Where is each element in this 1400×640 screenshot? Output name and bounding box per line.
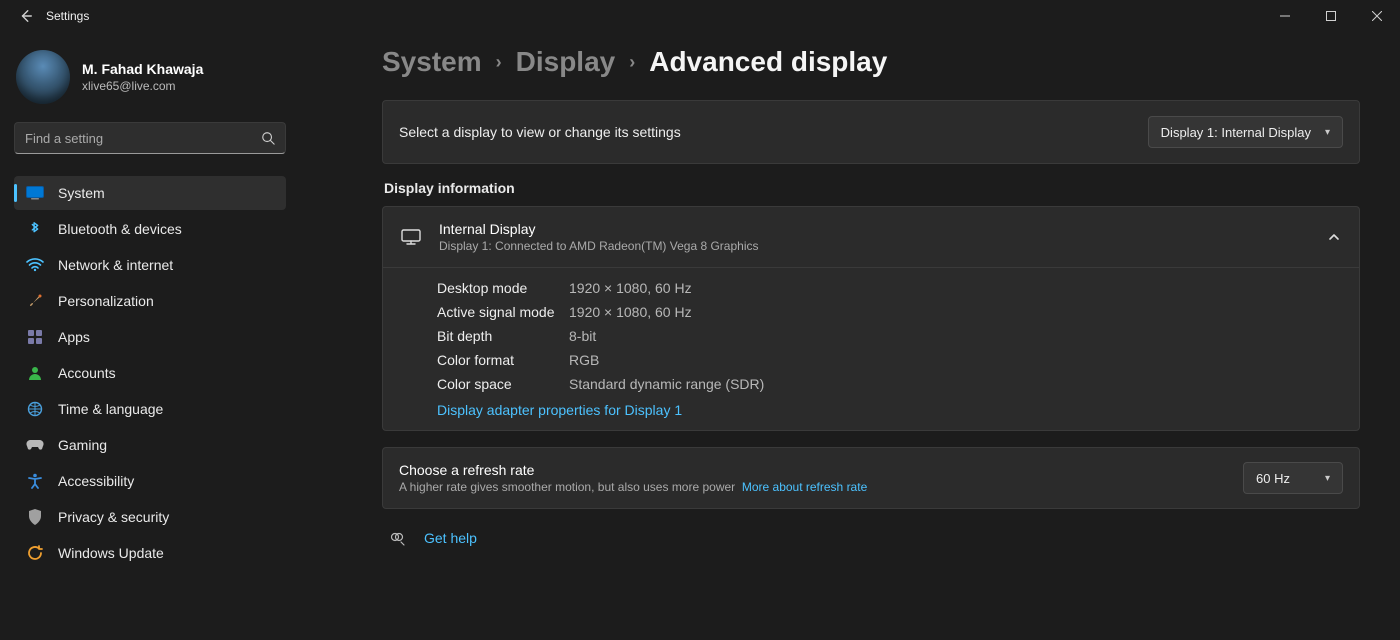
prop-desktop-mode: Desktop mode1920 × 1080, 60 Hz bbox=[437, 276, 1341, 300]
update-icon bbox=[26, 544, 44, 562]
nav-item-time[interactable]: Time & language bbox=[14, 392, 286, 426]
nav-item-personalization[interactable]: Personalization bbox=[14, 284, 286, 318]
nav-label: Bluetooth & devices bbox=[58, 221, 182, 237]
chevron-right-icon: › bbox=[496, 52, 502, 73]
chevron-right-icon: › bbox=[629, 52, 635, 73]
display-info-header[interactable]: Internal Display Display 1: Connected to… bbox=[383, 207, 1359, 268]
get-help-link[interactable]: Get help bbox=[424, 530, 477, 546]
display-selector-value: Display 1: Internal Display bbox=[1161, 125, 1311, 140]
nav-label: Apps bbox=[58, 329, 90, 345]
app-title: Settings bbox=[46, 9, 89, 23]
window-close-button[interactable] bbox=[1354, 0, 1400, 32]
chevron-up-icon bbox=[1327, 230, 1341, 244]
nav-label: Gaming bbox=[58, 437, 107, 453]
nav-label: Windows Update bbox=[58, 545, 164, 561]
wifi-icon bbox=[26, 256, 44, 274]
nav-item-network[interactable]: Network & internet bbox=[14, 248, 286, 282]
search-input[interactable] bbox=[25, 131, 261, 146]
prop-bit-depth: Bit depth8-bit bbox=[437, 324, 1341, 348]
nav-label: Network & internet bbox=[58, 257, 173, 273]
nav-label: System bbox=[58, 185, 105, 201]
nav-item-apps[interactable]: Apps bbox=[14, 320, 286, 354]
section-title-display-info: Display information bbox=[384, 180, 1360, 196]
back-button[interactable] bbox=[10, 0, 42, 32]
profile-name: M. Fahad Khawaja bbox=[82, 61, 203, 77]
display-info-card: Internal Display Display 1: Connected to… bbox=[382, 206, 1360, 431]
refresh-rate-dropdown[interactable]: 60 Hz ▾ bbox=[1243, 462, 1343, 494]
bluetooth-icon bbox=[26, 220, 44, 238]
refresh-title: Choose a refresh rate bbox=[399, 462, 867, 478]
nav-item-accounts[interactable]: Accounts bbox=[14, 356, 286, 390]
window-controls bbox=[1262, 0, 1400, 32]
refresh-rate-card: Choose a refresh rate A higher rate give… bbox=[382, 447, 1360, 509]
display-subtitle: Display 1: Connected to AMD Radeon(TM) V… bbox=[439, 239, 1309, 253]
accessibility-icon bbox=[26, 472, 44, 490]
monitor-icon bbox=[401, 229, 421, 245]
select-display-label: Select a display to view or change its s… bbox=[399, 124, 681, 140]
avatar bbox=[16, 50, 70, 104]
display-properties: Desktop mode1920 × 1080, 60 Hz Active si… bbox=[383, 268, 1359, 430]
breadcrumb-l3: Advanced display bbox=[649, 46, 887, 78]
nav-item-bluetooth[interactable]: Bluetooth & devices bbox=[14, 212, 286, 246]
refresh-rate-value: 60 Hz bbox=[1256, 471, 1290, 486]
nav-label: Accounts bbox=[58, 365, 116, 381]
get-help-row[interactable]: Get help bbox=[382, 525, 1360, 547]
nav-label: Personalization bbox=[58, 293, 154, 309]
display-selector-dropdown[interactable]: Display 1: Internal Display ▾ bbox=[1148, 116, 1343, 148]
nav-list: System Bluetooth & devices Network & int… bbox=[14, 176, 286, 570]
main-panel: System › Display › Advanced display Sele… bbox=[300, 32, 1400, 640]
search-box[interactable] bbox=[14, 122, 286, 154]
chevron-down-icon: ▾ bbox=[1325, 473, 1330, 484]
adapter-properties-link[interactable]: Display adapter properties for Display 1 bbox=[437, 402, 1341, 418]
breadcrumb-l2[interactable]: Display bbox=[516, 46, 616, 78]
profile-email: xlive65@live.com bbox=[82, 79, 203, 93]
shield-icon bbox=[26, 508, 44, 526]
nav-item-system[interactable]: System bbox=[14, 176, 286, 210]
prop-active-signal: Active signal mode1920 × 1080, 60 Hz bbox=[437, 300, 1341, 324]
sidebar: M. Fahad Khawaja xlive65@live.com System… bbox=[0, 32, 300, 640]
breadcrumb: System › Display › Advanced display bbox=[382, 46, 1360, 78]
globe-clock-icon bbox=[26, 400, 44, 418]
prop-color-space: Color spaceStandard dynamic range (SDR) bbox=[437, 372, 1341, 396]
window-maximize-button[interactable] bbox=[1308, 0, 1354, 32]
nav-item-accessibility[interactable]: Accessibility bbox=[14, 464, 286, 498]
breadcrumb-l1[interactable]: System bbox=[382, 46, 482, 78]
refresh-subtitle: A higher rate gives smoother motion, but… bbox=[399, 480, 867, 494]
search-icon bbox=[261, 131, 275, 145]
nav-label: Accessibility bbox=[58, 473, 134, 489]
nav-item-privacy[interactable]: Privacy & security bbox=[14, 500, 286, 534]
display-name: Internal Display bbox=[439, 221, 1309, 237]
nav-item-update[interactable]: Windows Update bbox=[14, 536, 286, 570]
window-minimize-button[interactable] bbox=[1262, 0, 1308, 32]
nav-label: Privacy & security bbox=[58, 509, 169, 525]
paintbrush-icon bbox=[26, 292, 44, 310]
gamepad-icon bbox=[26, 436, 44, 454]
help-icon bbox=[388, 529, 406, 547]
nav-label: Time & language bbox=[58, 401, 163, 417]
prop-color-format: Color formatRGB bbox=[437, 348, 1341, 372]
profile-block[interactable]: M. Fahad Khawaja xlive65@live.com bbox=[14, 50, 286, 118]
back-arrow-icon bbox=[19, 9, 33, 23]
apps-icon bbox=[26, 328, 44, 346]
nav-item-gaming[interactable]: Gaming bbox=[14, 428, 286, 462]
chevron-down-icon: ▾ bbox=[1325, 127, 1330, 138]
display-icon bbox=[26, 184, 44, 202]
titlebar: Settings bbox=[0, 0, 1400, 32]
refresh-more-link[interactable]: More about refresh rate bbox=[742, 480, 867, 494]
select-display-card: Select a display to view or change its s… bbox=[382, 100, 1360, 164]
person-icon bbox=[26, 364, 44, 382]
